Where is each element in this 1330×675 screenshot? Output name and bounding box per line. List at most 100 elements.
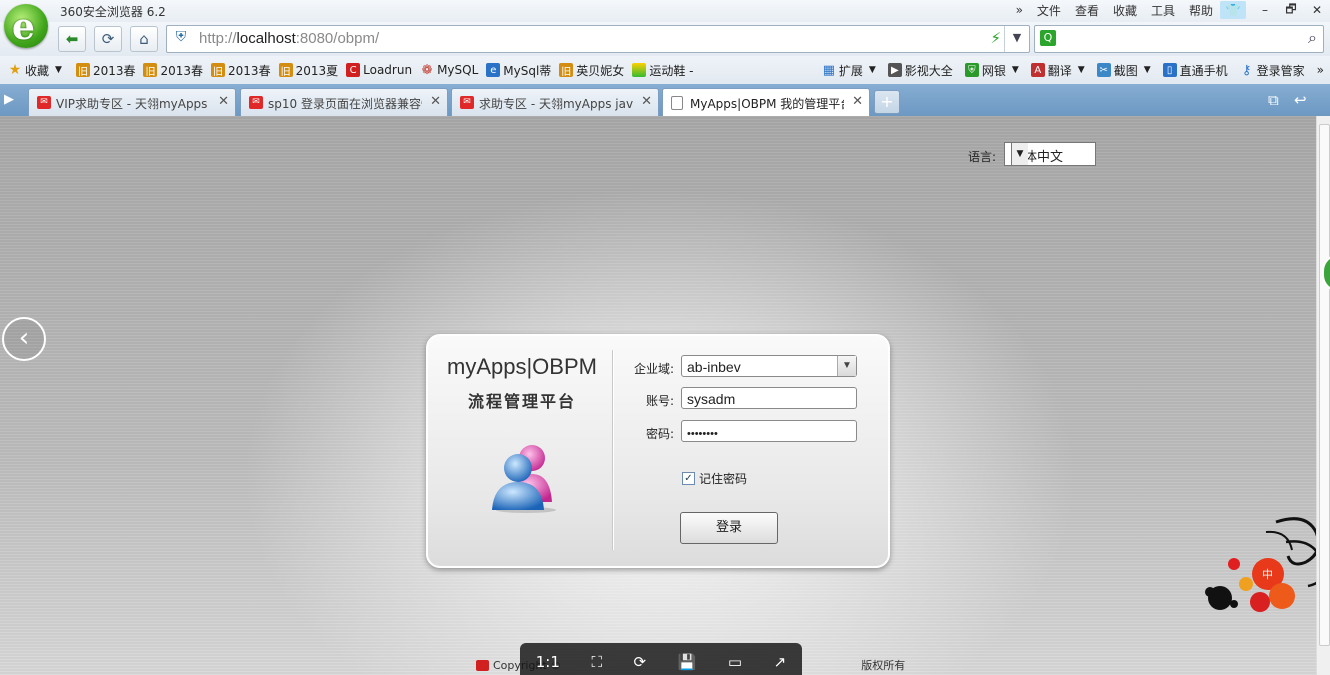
tab-sp10-login[interactable]: ✉ sp10 登录页面在浏览器兼容性 ✕ [240, 88, 448, 116]
url-prefix: http:// [199, 30, 237, 47]
password-input[interactable]: •••••••• [681, 420, 857, 442]
toolbar-right: ▦ 扩展 ▼ ▶ 影视大全 ⛨ 网银 ▼ A 翻译 ▼ ✂ 截图 ▼ ▯ 直通手机 ⚷ 登录管家 » [810, 56, 1324, 84]
login-button[interactable]: 登录 [680, 512, 778, 544]
star-icon: ★ [8, 62, 22, 78]
video-icon: ▶ [887, 63, 902, 77]
scrollbar-thumb[interactable] [1319, 124, 1330, 646]
mysql-icon: ❁ [421, 62, 433, 78]
refresh-button[interactable]: ⟳ [94, 26, 122, 52]
menu-tools[interactable]: 工具 [1151, 2, 1175, 19]
tab-close-icon[interactable]: ✕ [218, 94, 229, 109]
language-label: 语言: [968, 150, 997, 164]
document-icon [671, 96, 683, 110]
password-label: 密码: [645, 427, 674, 441]
screen-icon[interactable]: ▭ [728, 653, 742, 671]
login-manager-button[interactable]: ⚷ 登录管家 [1240, 62, 1305, 79]
vertical-scrollbar[interactable] [1316, 116, 1330, 675]
tab-label: VIP求助专区 - 天翎myApps j [56, 97, 210, 111]
actual-size-button[interactable]: 1:1 [536, 653, 560, 671]
phone-icon: ▯ [1162, 63, 1177, 77]
tab-myapps-obpm[interactable]: MyApps|OBPM 我的管理平台 ✕ [662, 88, 870, 117]
bolt-icon[interactable]: ⚡ [990, 29, 1001, 47]
bookmark-item[interactable]: 旧 2013春 [75, 62, 135, 79]
remember-checkbox[interactable]: ✓ [682, 472, 695, 485]
bookmark-item[interactable]: C Loadrun [346, 63, 412, 77]
fit-screen-icon[interactable]: ⛶ [591, 653, 602, 671]
bookmark-favorites[interactable]: ★ 收藏 ▼ [8, 62, 62, 79]
language-select[interactable]: 简体中文 ▼ [1004, 142, 1096, 166]
previous-arrow-icon[interactable]: ‹ [2, 317, 46, 361]
home-button[interactable]: ⌂ [130, 26, 158, 52]
phone-button[interactable]: ▯ 直通手机 [1162, 62, 1228, 79]
bookmark-item[interactable]: 旧 2013夏 [278, 62, 338, 79]
password-value: •••••••• [687, 428, 718, 440]
domain-select[interactable]: ab-inbev ▼ [681, 355, 857, 377]
bookmark-item[interactable]: ❁ MySQL [420, 62, 479, 78]
new-tab-button[interactable]: + [874, 90, 900, 114]
bookmark-label: 2013春 [228, 63, 271, 78]
menu-help[interactable]: 帮助 [1189, 2, 1213, 19]
bookmark-item[interactable]: 旧英贝妮女 [559, 62, 624, 79]
extension-icon: ▦ [822, 62, 835, 78]
address-bar[interactable]: ⛨ http://localhost:8080/obpm/ ⚡ ▼ [166, 25, 1030, 53]
share-icon[interactable]: ↗ [774, 653, 787, 671]
menu-favorites[interactable]: 收藏 [1113, 2, 1137, 19]
undo-close-icon[interactable]: ↩ [1294, 91, 1307, 109]
tab-close-icon[interactable]: ✕ [852, 94, 863, 109]
title-bar: 360安全浏览器 6.2 » 文件 查看 收藏 工具 帮助 👕 – 🗗 ✕ [0, 0, 1330, 22]
bookmark-label: 运动鞋 - [649, 63, 694, 78]
remember-password[interactable]: ✓ 记住密码 [682, 470, 747, 487]
chevron-down-icon[interactable]: ▼ [837, 356, 856, 376]
account-value: sysadm [687, 391, 736, 407]
platform-subtitle: 流程管理平台 [467, 392, 576, 411]
tab-help-zone[interactable]: ✉ 求助专区 - 天翎myApps java ✕ [451, 88, 659, 116]
brand-title: myApps|OBPM [447, 354, 597, 379]
browser-logo-icon[interactable]: e [4, 4, 48, 48]
calendar-icon: 旧 [278, 63, 293, 78]
account-label: 账号: [645, 394, 674, 408]
tab-vip-help[interactable]: ✉ VIP求助专区 - 天翎myApps j ✕ [28, 88, 236, 116]
tab-list-icon[interactable]: ⧉ [1268, 91, 1279, 109]
tab-close-icon[interactable]: ✕ [430, 94, 441, 109]
calendar-icon: 旧 [211, 63, 226, 78]
bank-button[interactable]: ⛨ 网银 ▼ [964, 62, 1019, 79]
shield-icon[interactable]: ⛨ [171, 29, 191, 49]
close-button[interactable]: ✕ [1304, 1, 1330, 19]
toolbar-label: 扩展 [838, 63, 863, 78]
login-panel: myApps|OBPM 流程管理平台 企业域: ab-inbev ▼ 账号: s… [426, 334, 890, 568]
screenshot-button[interactable]: ✂ 截图 ▼ [1096, 62, 1151, 79]
bank-icon: ⛨ [964, 63, 979, 77]
restore-button[interactable]: 🗗 [1278, 1, 1304, 19]
bookmark-item[interactable]: e MySql蒂 [486, 62, 551, 79]
search-engine-icon[interactable]: Q [1040, 30, 1056, 46]
address-dropdown-icon[interactable]: ▼ [1004, 26, 1029, 52]
bookmark-item[interactable]: 旧 2013春 [143, 62, 203, 79]
search-icon[interactable]: ⌕ [1308, 28, 1317, 48]
menu-file[interactable]: 文件 [1037, 2, 1061, 19]
tab-close-icon[interactable]: ✕ [641, 94, 652, 109]
skin-icon[interactable]: 👕 [1220, 1, 1246, 19]
sidebar-toggle-icon[interactable]: ▶ [4, 92, 14, 107]
url-text[interactable]: http://localhost:8080/obpm/ [199, 30, 379, 47]
tab-label: sp10 登录页面在浏览器兼容性 [268, 97, 422, 111]
refresh-icon: ⟳ [101, 30, 115, 48]
toolbar-label: 翻译 [1047, 63, 1072, 78]
minimize-button[interactable]: – [1252, 1, 1278, 19]
extension-button[interactable]: ▦ 扩展 ▼ [822, 62, 876, 79]
bookmark-label: 收藏 [25, 63, 50, 78]
translate-button[interactable]: A 翻译 ▼ [1030, 62, 1085, 79]
back-button[interactable]: ⬅ [58, 26, 86, 52]
menu-view[interactable]: 查看 [1075, 2, 1099, 19]
domain-value: ab-inbev [687, 359, 741, 375]
toolbar-more-icon[interactable]: » [1317, 63, 1324, 77]
bookmark-item[interactable]: 运动鞋 - [632, 62, 693, 79]
calendar-icon: 旧 [75, 63, 90, 78]
search-box[interactable]: Q ⌕ [1034, 25, 1324, 53]
video-button[interactable]: ▶ 影视大全 [887, 62, 953, 79]
menu-expand-icon[interactable]: » [1016, 3, 1023, 17]
rotate-icon[interactable]: ⟳ [634, 653, 647, 671]
save-icon[interactable]: 💾 [678, 653, 697, 671]
image-viewer-toolbar: 1:1 ⛶ ⟳ 💾 ▭ ↗ [520, 643, 802, 675]
bookmark-item[interactable]: 旧 2013春 [211, 62, 271, 79]
account-input[interactable]: sysadm [681, 387, 857, 409]
